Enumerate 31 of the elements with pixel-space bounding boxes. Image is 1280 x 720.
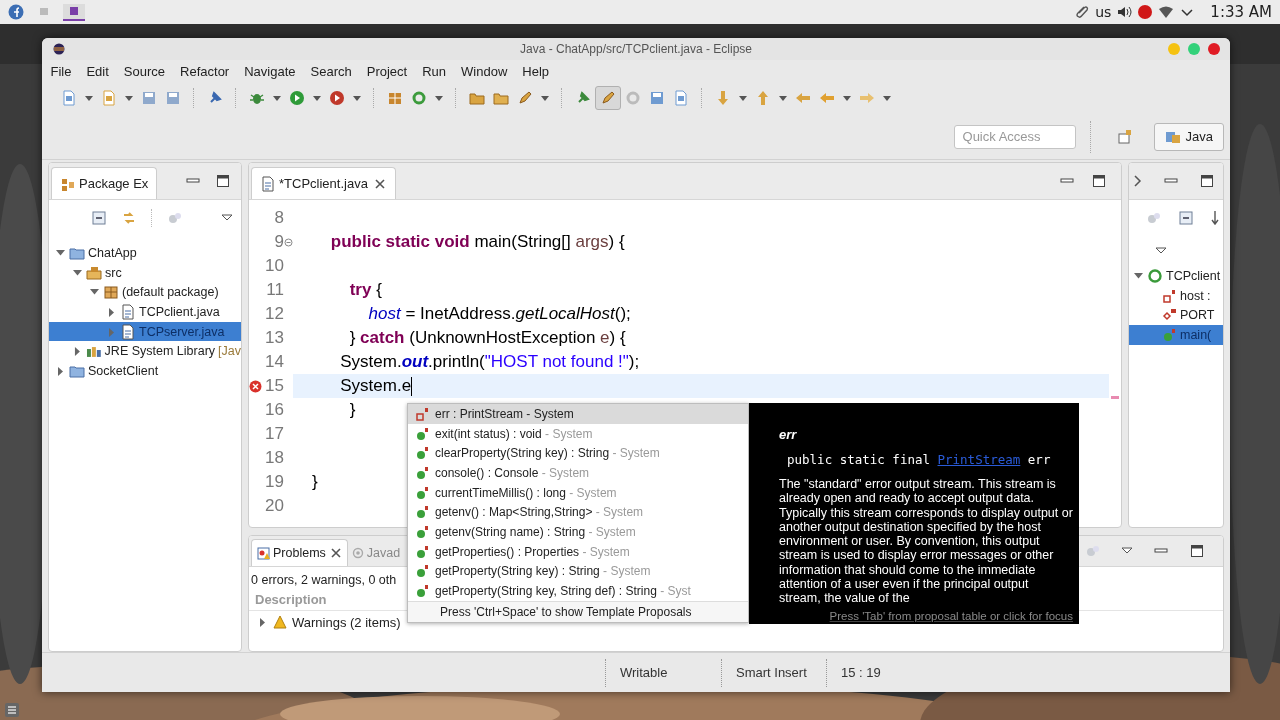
code-line: }	[310, 472, 318, 492]
line-number: 18	[264, 448, 284, 468]
signature-text: public static final PrintStream err	[787, 452, 1052, 467]
line-number: 14	[264, 352, 284, 372]
doc-title: err	[779, 427, 797, 442]
line-number: 13	[264, 328, 284, 348]
code-line: System.e	[339, 376, 413, 396]
code-line: public static void main(String[] args) {	[329, 232, 625, 252]
code-line: } catch (UnknownHostException e) {	[348, 328, 626, 348]
code-line: host = InetAddress.getLocalHost();	[367, 304, 631, 324]
doc-text: The "standard" error output stream. This stream is already open and ready to accept output data. Typically this stream corresponds to display output or another output destination specified by the host environment or user. By convention, this output stream is used to display error messages or other information that should come to the immediate attention of a user even if the principal output stream, the value of the	[779, 477, 1073, 606]
focus-hint: Press 'Tab' from proposal table or click for focus	[828, 609, 1073, 622]
code-line: System.out.println("HOST not found !");	[339, 352, 640, 372]
code-line: }	[348, 400, 356, 420]
line-number: 16	[264, 400, 284, 420]
line-number: 20	[264, 496, 284, 516]
completion-hint: Press 'Ctrl+Space' to show Template Proposals	[408, 600, 748, 622]
status-text: Writable	[605, 659, 721, 687]
code-line: try {	[348, 280, 382, 300]
line-number: 15	[264, 376, 284, 396]
line-number: 17	[264, 424, 284, 444]
window-title: Java - ChatApp/src/TCPclient.java - Eclipse	[519, 42, 753, 56]
line-number: 11	[265, 280, 284, 300]
line-number: 10	[264, 256, 284, 276]
line-number: 8	[273, 208, 284, 228]
problems-summary: 0 errors, 2 warnings, 0 oth	[250, 572, 398, 589]
line-number: 12	[264, 304, 284, 324]
line-number: 19	[264, 472, 284, 492]
status-text: Smart Insert	[721, 659, 826, 687]
status-text: 15 : 19	[826, 659, 915, 687]
line-number: 9	[273, 232, 284, 252]
